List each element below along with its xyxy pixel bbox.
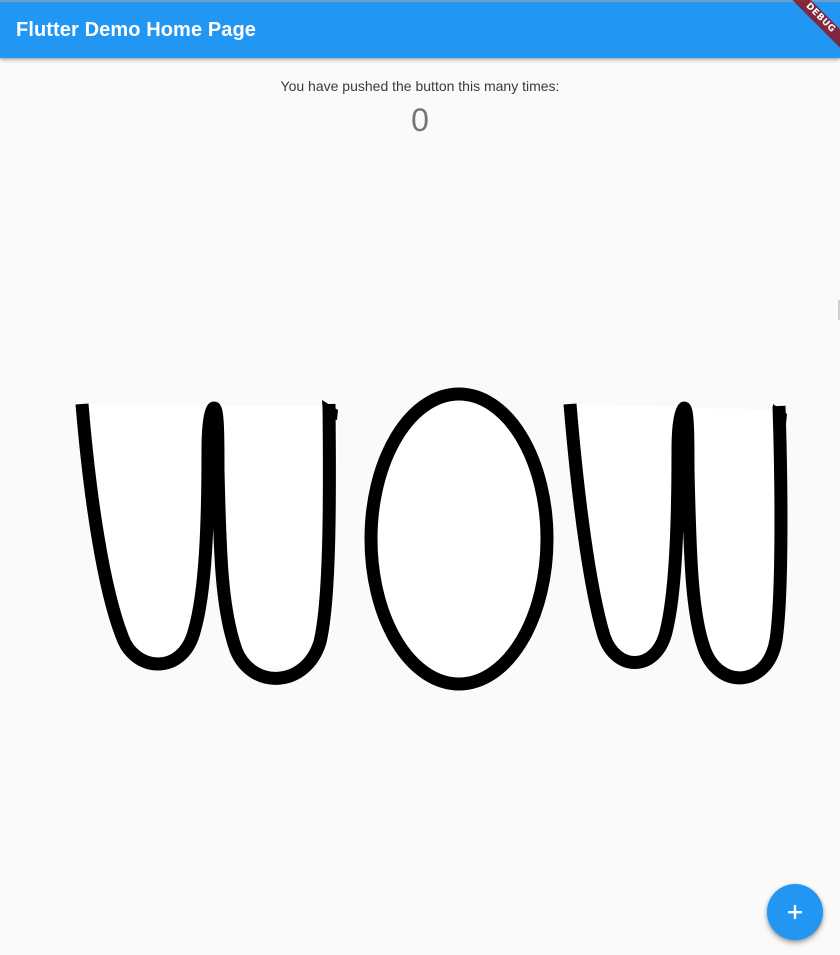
increment-button[interactable]: [767, 884, 823, 940]
window-top-edge: [0, 0, 840, 2]
app-bar: Flutter Demo Home Page: [0, 2, 840, 58]
debug-banner: DEBUG: [780, 0, 840, 60]
debug-banner-label: DEBUG: [785, 0, 840, 53]
drawing-canvas[interactable]: [0, 0, 840, 955]
plus-icon: [788, 905, 802, 919]
app-bar-title: Flutter Demo Home Page: [16, 19, 257, 41]
app-window: Flutter Demo Home Page DEBUG You have pu…: [0, 0, 840, 955]
